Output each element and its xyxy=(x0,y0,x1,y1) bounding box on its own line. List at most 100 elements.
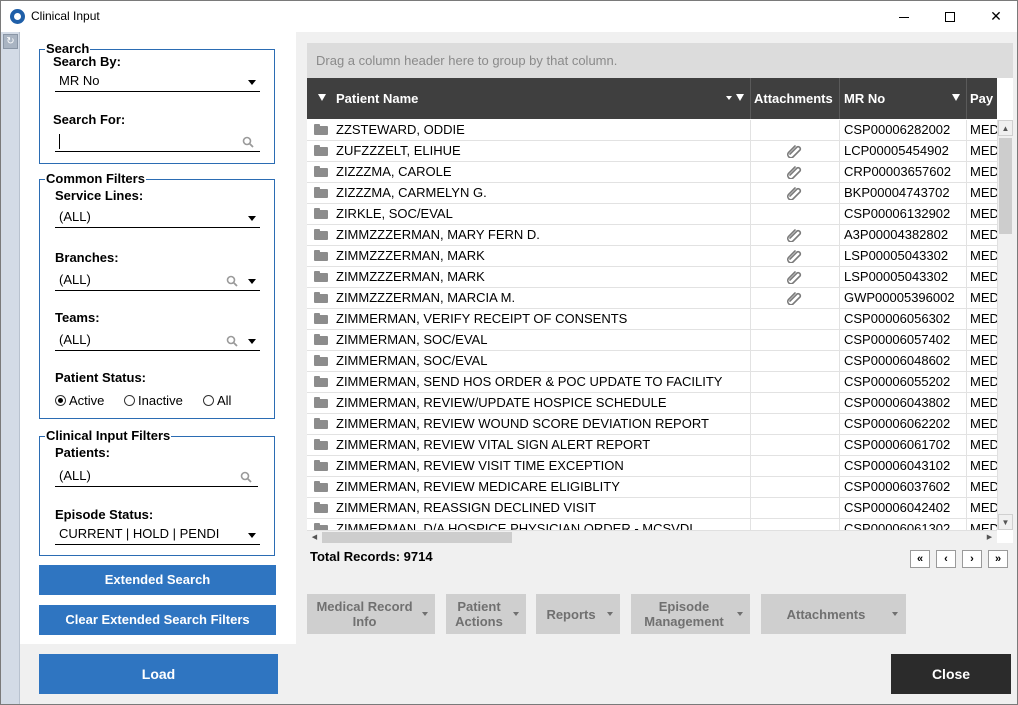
folder-icon[interactable] xyxy=(314,187,328,198)
folder-icon[interactable] xyxy=(314,250,328,261)
teams-dropdown[interactable]: (ALL) xyxy=(55,331,260,351)
scroll-up-button[interactable]: ▲ xyxy=(998,120,1013,136)
column-header-mr-no[interactable]: MR No xyxy=(844,78,944,119)
status-radio-inactive[interactable]: Inactive xyxy=(124,393,183,408)
folder-icon[interactable] xyxy=(314,208,328,219)
table-row[interactable]: ZIMMERMAN, REVIEW VITAL SIGN ALERT REPOR… xyxy=(307,435,997,456)
scroll-left-button[interactable]: ◀ xyxy=(308,531,321,543)
folder-icon[interactable] xyxy=(314,313,328,324)
folder-icon[interactable] xyxy=(314,502,328,513)
table-row[interactable]: ZIMMZZZERMAN, MARK LSP00005043302 MEDICARE xyxy=(307,246,997,267)
paperclip-icon[interactable] xyxy=(787,186,803,200)
table-row[interactable]: ZIMMZZZERMAN, MARK LSP00005043302 MEDICARE xyxy=(307,267,997,288)
folder-icon[interactable] xyxy=(314,145,328,156)
patient-name-cell: ZIMMERMAN, REVIEW/UPDATE HOSPICE SCHEDUL… xyxy=(336,395,667,410)
patient-name-cell: ZIMMERMAN, D/A HOSPICE PHYSICIAN ORDER -… xyxy=(336,521,693,530)
table-row[interactable]: ZIZZZMA, CAROLE CRP00003657602 MEDICARE xyxy=(307,162,997,183)
patient-actions-button[interactable]: Patient Actions xyxy=(446,594,526,634)
table-row[interactable]: ZIMMERMAN, REASSIGN DECLINED VISIT CSP000… xyxy=(307,498,997,519)
folder-icon[interactable] xyxy=(314,481,328,492)
table-row[interactable]: ZIMMERMAN, REVIEW VISIT TIME EXCEPTION CS… xyxy=(307,456,997,477)
radio-selected-icon xyxy=(55,395,66,406)
column-header-patient-name[interactable]: Patient Name xyxy=(336,78,716,119)
maximize-button[interactable] xyxy=(927,1,973,32)
table-row[interactable]: ZIMMERMAN, REVIEW/UPDATE HOSPICE SCHEDUL… xyxy=(307,393,997,414)
filter-icon[interactable] xyxy=(318,94,326,101)
search-icon[interactable] xyxy=(226,335,238,347)
episode-status-dropdown[interactable]: CURRENT | HOLD | PENDI xyxy=(55,525,260,545)
table-row[interactable]: ZIZZZMA, CARMELYN G. BKP00004743702 MEDICA… xyxy=(307,183,997,204)
scroll-right-button[interactable]: ▶ xyxy=(983,531,996,543)
filter-icon[interactable] xyxy=(736,94,744,101)
vertical-scroll-thumb[interactable] xyxy=(999,138,1012,234)
table-row[interactable]: ZIMMERMAN, D/A HOSPICE PHYSICIAN ORDER -… xyxy=(307,519,997,530)
episode-management-button[interactable]: Episode Management xyxy=(631,594,750,634)
payer-cell: MEDICARE xyxy=(970,500,997,515)
scroll-down-button[interactable]: ▼ xyxy=(998,514,1013,530)
pager-prev-button[interactable]: ‹ xyxy=(936,550,956,568)
folder-icon[interactable] xyxy=(314,124,328,135)
table-row[interactable]: ZIMMZZZERMAN, MARY FERN D. A3P00004382802… xyxy=(307,225,997,246)
table-row[interactable]: ZIMMERMAN, REVIEW MEDICARE ELIGIBLITY CSP… xyxy=(307,477,997,498)
payer-cell: MEDICARE xyxy=(970,458,997,473)
folder-icon[interactable] xyxy=(314,229,328,240)
filter-icon[interactable] xyxy=(952,94,960,101)
table-row[interactable]: ZUFZZZELT, ELIHUE LCP00005454902 MEDICARE xyxy=(307,141,997,162)
medical-record-info-button[interactable]: Medical Record Info xyxy=(307,594,435,634)
collapse-panel-button[interactable]: ↻ xyxy=(3,34,18,49)
attachments-button[interactable]: Attachments xyxy=(761,594,906,634)
folder-icon[interactable] xyxy=(314,271,328,282)
pager-next-button[interactable]: › xyxy=(962,550,982,568)
search-for-input[interactable] xyxy=(55,132,260,152)
folder-icon[interactable] xyxy=(314,439,328,450)
table-row[interactable]: ZIMMERMAN, SOC/EVAL CSP00006057402 MEDICAR… xyxy=(307,330,997,351)
close-window-button[interactable]: ✕ xyxy=(973,1,1018,32)
paperclip-icon[interactable] xyxy=(787,228,803,242)
clear-extended-search-filters-button[interactable]: Clear Extended Search Filters xyxy=(39,605,276,635)
patients-lookup[interactable]: (ALL) xyxy=(55,467,258,487)
table-row[interactable]: ZIMMZZZERMAN, MARCIA M. GWP00005396002 MED… xyxy=(307,288,997,309)
pager-first-button[interactable]: « xyxy=(910,550,930,568)
paperclip-icon[interactable] xyxy=(787,165,803,179)
title-bar: Clinical Input ✕ xyxy=(1,1,1017,32)
reports-button[interactable]: Reports xyxy=(536,594,620,634)
vertical-scrollbar[interactable]: ▲ ▼ xyxy=(997,120,1013,530)
sort-descending-icon[interactable] xyxy=(726,96,732,100)
folder-icon[interactable] xyxy=(314,334,328,345)
table-row[interactable]: ZIRKLE, SOC/EVAL CSP00006132902 MEDICARE xyxy=(307,204,997,225)
folder-icon[interactable] xyxy=(314,397,328,408)
payer-cell: MEDICARE xyxy=(970,416,997,431)
search-by-dropdown[interactable]: MR No xyxy=(55,72,260,92)
search-icon[interactable] xyxy=(240,471,252,483)
folder-icon[interactable] xyxy=(314,292,328,303)
column-header-attachments[interactable]: Attachments xyxy=(754,78,838,119)
folder-icon[interactable] xyxy=(314,166,328,177)
table-row[interactable]: ZIMMERMAN, VERIFY RECEIPT OF CONSENTS CSP… xyxy=(307,309,997,330)
status-radio-active[interactable]: Active xyxy=(55,393,104,408)
folder-icon[interactable] xyxy=(314,355,328,366)
close-button[interactable]: Close xyxy=(891,654,1011,694)
folder-icon[interactable] xyxy=(314,460,328,471)
horizontal-scrollbar[interactable]: ◀ ▶ xyxy=(307,530,997,543)
table-row[interactable]: ZZSTEWARD, ODDIE CSP00006282002 MEDICARE xyxy=(307,120,997,141)
group-by-bar[interactable]: Drag a column header here to group by th… xyxy=(307,43,1013,78)
table-row[interactable]: ZIMMERMAN, SEND HOS ORDER & POC UPDATE T… xyxy=(307,372,997,393)
column-header-payer[interactable]: Pay xyxy=(970,78,997,119)
horizontal-scroll-thumb[interactable] xyxy=(322,532,512,543)
table-row[interactable]: ZIMMERMAN, SOC/EVAL CSP00006048602 MEDICAR… xyxy=(307,351,997,372)
load-button[interactable]: Load xyxy=(39,654,278,694)
service-lines-dropdown[interactable]: (ALL) xyxy=(55,208,260,228)
paperclip-icon[interactable] xyxy=(787,270,803,284)
search-icon[interactable] xyxy=(226,275,238,287)
paperclip-icon[interactable] xyxy=(787,249,803,263)
paperclip-icon[interactable] xyxy=(787,291,803,305)
table-row[interactable]: ZIMMERMAN, REVIEW WOUND SCORE DEVIATION … xyxy=(307,414,997,435)
folder-icon[interactable] xyxy=(314,418,328,429)
extended-search-button[interactable]: Extended Search xyxy=(39,565,276,595)
pager-last-button[interactable]: » xyxy=(988,550,1008,568)
folder-icon[interactable] xyxy=(314,376,328,387)
minimize-button[interactable] xyxy=(881,1,927,32)
paperclip-icon[interactable] xyxy=(787,144,803,158)
branches-dropdown[interactable]: (ALL) xyxy=(55,271,260,291)
status-radio-all[interactable]: All xyxy=(203,393,231,408)
